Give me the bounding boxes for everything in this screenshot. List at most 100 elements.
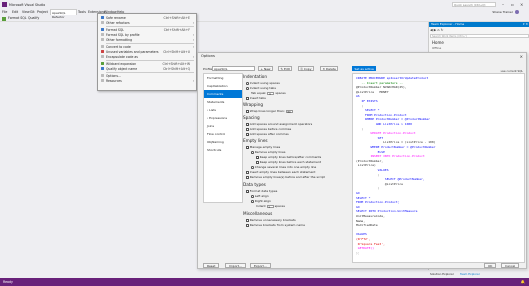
profile-select[interactable]: ApexSQL: [212, 66, 255, 71]
extension-menu-header[interactable]: ApexSQL Refactor: [50, 9, 77, 19]
code-line: WHERE ProductNumber = @ProductNumber: [356, 145, 436, 149]
indent-using-tabs-option[interactable]: Indent using tabs: [246, 86, 276, 90]
options-dialog-title: Options: [201, 54, 215, 59]
category-flow-control[interactable]: Flow control: [204, 130, 242, 138]
indent-using-spaces-option[interactable]: Indent using spaces: [246, 81, 280, 85]
category-joins[interactable]: Joins: [204, 122, 242, 130]
delete-profile-button[interactable]: ✕ Delete: [320, 66, 339, 71]
keep-before-comments-option[interactable]: Keep empty lines before/after comments: [256, 155, 321, 159]
category-formatting[interactable]: Formatting: [204, 74, 242, 82]
avatar[interactable]: [514, 9, 519, 14]
remove-empty-lines-option[interactable]: Remove empty lines: [251, 150, 285, 154]
user-name[interactable]: Shane Trainer: [492, 10, 513, 14]
import-button[interactable]: Import...: [225, 263, 246, 268]
flyout-item-encapsulate[interactable]: Encapsulate code as ›: [98, 54, 196, 59]
qualify-icon: [100, 67, 104, 71]
code-line: ): [356, 186, 380, 191]
close-icon[interactable]: ×: [520, 54, 523, 59]
menu-view[interactable]: View: [22, 10, 30, 14]
wrap-length-input[interactable]: 80: [285, 109, 293, 113]
code-line: ListPrice): [356, 163, 376, 168]
back-icon[interactable]: ◀: [430, 28, 433, 32]
menu-project[interactable]: Project: [37, 10, 48, 14]
category-expressions[interactable]: › Expressions: [204, 114, 242, 122]
toolbar-qualify[interactable]: Qualify: [28, 16, 39, 20]
refresh-icon[interactable]: ↻: [441, 28, 444, 32]
menu-file[interactable]: File: [2, 10, 7, 14]
extension-menu-label: ApexSQL Refactor: [52, 11, 66, 19]
code-line: SELECT INTO Production.UnitMeasure: [356, 209, 418, 214]
cancel-button[interactable]: Cancel: [501, 263, 520, 268]
code-line: GETDATE(): [356, 246, 375, 251]
menu-tools[interactable]: Tools: [78, 10, 86, 14]
bottom-panel-tabs: Solution Explorer Team Explorer: [428, 271, 529, 276]
code-line: @ListPrice MONEY: [356, 89, 389, 94]
work-items-search-input[interactable]: Search Work Items (Ctrl+'): [430, 34, 529, 38]
code-line: -- Insert parameters --: [356, 80, 403, 85]
chevron-right-icon: ›: [192, 78, 194, 83]
category-shortcuts[interactable]: Shortcuts: [204, 146, 242, 154]
set-as-active-button[interactable]: Set as active: [352, 66, 377, 71]
remove-before-after-script-option[interactable]: Remove empty lines(s) before and after t…: [246, 175, 325, 179]
category-lists[interactable]: › Lists: [204, 106, 242, 114]
home-icon[interactable]: ⌂: [437, 28, 439, 32]
flyout-item-resources[interactable]: Resources ›: [98, 78, 196, 83]
edit-profile-button[interactable]: ✎ Edit: [278, 66, 293, 71]
category-comments[interactable]: Comments: [204, 90, 242, 98]
status-bar: Ready 🔔: [0, 278, 529, 286]
category-statements[interactable]: Statements: [204, 98, 242, 106]
code-line: @ListPrice: [356, 181, 403, 186]
tab-team-explorer[interactable]: Team Explorer: [460, 272, 480, 276]
tab-size-input[interactable]: 4: [267, 91, 275, 95]
indent-size-input[interactable]: 1: [266, 204, 274, 208]
minimize-icon[interactable]: –: [502, 2, 504, 7]
keep-before-statement-option[interactable]: Keep empty lines before each statement: [256, 160, 321, 164]
category-objnaming[interactable]: ObjNaming: [204, 138, 242, 146]
left-align-option[interactable]: Left align: [251, 194, 269, 198]
menu-git[interactable]: Git: [30, 10, 35, 14]
export-button[interactable]: Export...: [250, 263, 271, 268]
menu-edit[interactable]: Edit: [12, 10, 18, 14]
format-icon: [100, 28, 104, 31]
pin-icon[interactable]: ▾ ✕: [523, 22, 528, 27]
insert-tabs-option[interactable]: Insert tabs: [246, 96, 266, 100]
flyout-item-other-refactors[interactable]: Other refactors ›: [98, 20, 196, 25]
back-icon[interactable]: [2, 16, 6, 21]
flyout-item-other-formatting[interactable]: Other formatting ›: [98, 37, 196, 42]
insert-between-statements-option[interactable]: Insert empty lines between each statemen…: [246, 170, 315, 174]
radio-icon: [251, 194, 254, 198]
sql-preview-pane[interactable]: CREATE PROCEDURE spInsertOrUpdateProduct…: [352, 73, 525, 263]
wrap-long-lines-option[interactable]: Wrap lines longer than: 80: [246, 109, 293, 113]
right-align-option[interactable]: Right align: [251, 199, 271, 203]
forward-icon[interactable]: ▶: [434, 28, 437, 32]
code-line: VALUES: [356, 232, 367, 237]
checkbox-icon: [246, 146, 249, 149]
team-explorer-header: Team Explorer - Home ▾ ✕: [429, 22, 529, 27]
change-into-one-option[interactable]: Change several lines into one empty line: [251, 165, 316, 169]
remove-unnecessary-brackets-option[interactable]: Remove unnecessary brackets: [246, 218, 296, 222]
checkbox-icon: [246, 96, 249, 100]
ok-button[interactable]: OK: [484, 263, 497, 268]
format-data-types-option[interactable]: Format data types: [246, 189, 277, 193]
new-profile-button[interactable]: + New: [258, 66, 274, 71]
close-icon[interactable]: ×: [520, 2, 523, 7]
flyout-item-qualify[interactable]: Qualify object name Ctrl+Shift+Alt+Q: [98, 66, 196, 71]
toolbar-format-sql[interactable]: Format SQL: [8, 16, 27, 20]
copy-profile-button[interactable]: ⎘ Copy: [298, 66, 314, 71]
notification-icon[interactable]: 🔔: [521, 280, 525, 284]
spaces-after-commas-option[interactable]: Add spaces after commas: [246, 132, 289, 136]
category-capitalization[interactable]: Capitalization: [204, 82, 242, 90]
spaces-before-commas-option[interactable]: Add spaces before commas: [246, 127, 291, 131]
spaces-around-assign-option[interactable]: Add spaces around assignment operators: [246, 122, 312, 126]
section-spacing: Spacing: [243, 115, 260, 120]
code-line: @ProductNumber NVARCHAR(25),: [356, 85, 407, 90]
manage-empty-lines-option[interactable]: Manage empty lines: [246, 145, 280, 149]
options-dialog: Options × Profile: ApexSQL + New ✎ Edit …: [197, 52, 527, 269]
quick-launch-input[interactable]: Quick Launch (Ctrl+Q): [452, 2, 496, 7]
remove-system-brackets-option[interactable]: Remove brackets from system name: [246, 223, 305, 227]
tab-solution-explorer[interactable]: Solution Explorer: [430, 272, 454, 276]
encapsulate-icon: [100, 55, 104, 59]
code-line: FROM Production.Product;: [356, 200, 400, 205]
reset-button[interactable]: Reset: [203, 263, 220, 268]
maximize-icon[interactable]: ▫: [511, 2, 514, 7]
